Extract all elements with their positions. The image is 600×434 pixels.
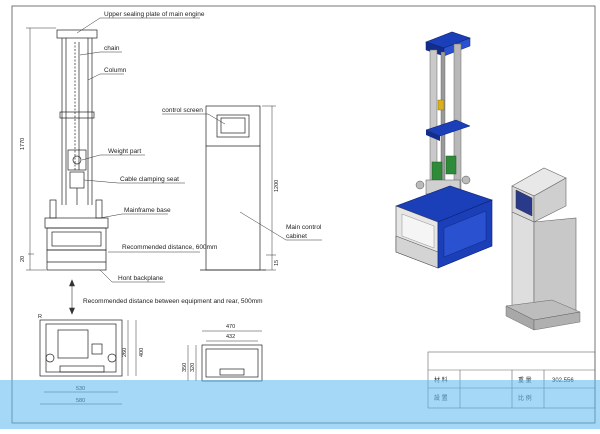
label-front-backplane: Hont backplane — [118, 275, 164, 282]
sheet-border — [11, 5, 596, 424]
label-weight-part: Weight part — [108, 148, 141, 155]
label-mainframe-base: Mainframe base — [124, 207, 171, 214]
rear-distance-arrow — [69, 279, 75, 315]
dim-cabinet-base: 15 — [274, 260, 280, 266]
machine-front-view — [44, 29, 109, 271]
label-upper-plate: Upper sealing plate of main engine — [104, 11, 205, 18]
dim-height-base: 20 — [20, 256, 26, 262]
dim-plan-depth-2: 400 — [139, 348, 145, 357]
cabinet-3d-render — [505, 167, 581, 331]
plan-marker: R — [38, 314, 42, 320]
dimension-height-main — [26, 27, 56, 271]
label-rear-distance: Recommended distance between equipment a… — [83, 298, 263, 305]
label-control-screen: control screen — [162, 107, 203, 114]
machine-3d-render — [395, 31, 493, 269]
dim-height-main: 1770 — [20, 138, 26, 150]
label-main-cabinet-1: Main control — [286, 224, 322, 231]
label-chain: chain — [104, 45, 120, 52]
dimension-plan-cabinet — [187, 330, 262, 381]
label-main-cabinet-2: cabinet — [286, 233, 307, 240]
drawing-sheet: 1770 20 Upper sealing plate of main engi… — [0, 0, 600, 429]
cabinet-plan-view — [201, 344, 263, 382]
bottom-blue-band — [0, 380, 600, 429]
technical-drawing: 1770 20 Upper sealing plate of main engi… — [0, 5, 600, 429]
label-cable-seat: Cable clamping seat — [120, 176, 179, 183]
machine-plan-view — [39, 319, 123, 377]
dim-cabinet-height: 1200 — [274, 180, 280, 192]
dim-cab-plan-width-inner: 432 — [226, 334, 235, 340]
dim-cab-plan-width-outer: 470 — [226, 324, 235, 330]
dim-cab-plan-depth-2: 350 — [182, 363, 188, 372]
label-column: Column — [104, 67, 127, 74]
dim-cab-plan-depth-1: 320 — [190, 363, 196, 372]
label-recommended-distance: Recommended distance, 600mm — [122, 244, 217, 251]
dim-plan-depth-1: 260 — [122, 348, 128, 357]
